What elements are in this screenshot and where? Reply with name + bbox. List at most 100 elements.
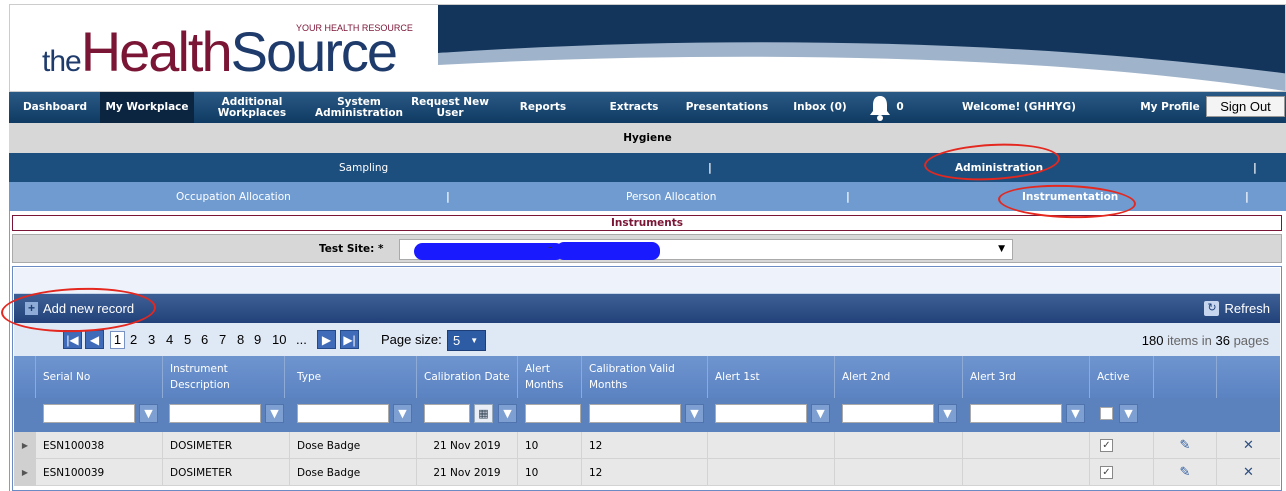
page-link[interactable]: 4 xyxy=(166,332,173,347)
filter-icon[interactable]: ▼ xyxy=(393,404,412,423)
cell-alert-1st xyxy=(708,459,835,486)
filter-calibration-date-input[interactable] xyxy=(424,404,470,423)
filter-icon[interactable]: ▼ xyxy=(1119,404,1138,423)
nav-inbox[interactable]: Inbox (0) xyxy=(785,92,855,123)
tab-person-allocation[interactable]: Person Allocation xyxy=(626,182,716,211)
cell-alert-months: 10 xyxy=(518,459,582,486)
sign-out-button[interactable]: Sign Out xyxy=(1206,96,1285,117)
filter-icon[interactable]: ▼ xyxy=(938,404,957,423)
nav-system-administration[interactable]: System Administration xyxy=(309,92,409,123)
nav-reports[interactable]: Reports xyxy=(509,92,577,123)
filter-alert-1st-input[interactable] xyxy=(715,404,807,423)
bell-icon[interactable] xyxy=(865,92,895,123)
redaction-scribble xyxy=(556,242,660,260)
column-header-type[interactable]: Type xyxy=(290,356,417,398)
filter-icon[interactable]: ▼ xyxy=(811,404,830,423)
column-header-calibration-date[interactable]: Calibration Date xyxy=(417,356,518,398)
page-link[interactable]: 7 xyxy=(219,332,226,347)
cell-active: ✓ xyxy=(1090,432,1154,459)
calendar-icon[interactable]: ▦ xyxy=(474,404,493,423)
nav-extracts[interactable]: Extracts xyxy=(599,92,669,123)
cell-serial-no: ESN100038 xyxy=(36,432,163,459)
filter-active-checkbox[interactable] xyxy=(1100,407,1113,420)
nav-dashboard[interactable]: Dashboard xyxy=(15,92,95,123)
column-header-serial-no[interactable]: Serial No xyxy=(36,356,163,398)
refresh-icon: ↻ xyxy=(1204,301,1220,316)
cell-type: Dose Badge xyxy=(290,459,417,486)
refresh-button[interactable]: ↻ Refresh xyxy=(1204,301,1270,316)
nav-additional-workplaces[interactable]: Additional Workplaces xyxy=(207,92,297,123)
delete-icon[interactable]: ✕ xyxy=(1217,432,1280,459)
filter-instrument-description-input[interactable] xyxy=(169,404,261,423)
tab-separator: | xyxy=(708,161,712,174)
column-header-active[interactable]: Active xyxy=(1090,356,1154,398)
prev-page-icon[interactable]: ◀ xyxy=(85,330,104,349)
expand-row-icon[interactable]: ▶ xyxy=(14,459,36,486)
pages-text: pages xyxy=(1233,333,1269,348)
cell-alert-2nd xyxy=(835,432,963,459)
filter-icon[interactable]: ▼ xyxy=(265,404,284,423)
add-new-record-label: Add new record xyxy=(43,301,135,316)
cell-active: ✓ xyxy=(1090,459,1154,486)
tab-instrumentation[interactable]: Instrumentation xyxy=(1022,182,1118,211)
refresh-label: Refresh xyxy=(1224,301,1270,316)
active-checkbox[interactable]: ✓ xyxy=(1100,439,1113,452)
page-ellipsis[interactable]: ... xyxy=(296,332,307,347)
filter-icon[interactable]: ▼ xyxy=(139,404,158,423)
cell-calibration-valid-months: 12 xyxy=(582,432,708,459)
pages-count: 36 xyxy=(1215,333,1230,348)
nav-request-new-user[interactable]: Request New User xyxy=(407,92,493,123)
nav-my-profile[interactable]: My Profile xyxy=(1137,92,1203,123)
filter-calibration-valid-months-input[interactable] xyxy=(589,404,681,423)
expand-row-icon[interactable]: ▶ xyxy=(14,432,36,459)
page-link-current[interactable]: 1 xyxy=(110,331,125,349)
page-link[interactable]: 8 xyxy=(237,332,244,347)
filter-type-input[interactable] xyxy=(297,404,389,423)
nav-my-workplace[interactable]: My Workplace xyxy=(100,92,194,123)
chevron-down-icon[interactable]: ▼ xyxy=(998,244,1005,254)
filter-alert-3rd-input[interactable] xyxy=(970,404,1062,423)
table-row[interactable]: ▶ ESN100038 DOSIMETER Dose Badge 21 Nov … xyxy=(14,432,1280,459)
filter-icon[interactable]: ▼ xyxy=(498,404,517,423)
page-link[interactable]: 3 xyxy=(148,332,155,347)
first-page-icon[interactable]: |◀ xyxy=(63,330,82,349)
page-link[interactable]: 6 xyxy=(201,332,208,347)
add-new-record-button[interactable]: + Add new record xyxy=(25,301,134,316)
column-header-calibration-valid-months[interactable]: Calibration Valid Months xyxy=(582,356,708,398)
page-link[interactable]: 5 xyxy=(184,332,191,347)
filter-serial-no-input[interactable] xyxy=(43,404,135,423)
page-size-value: 5 xyxy=(453,333,461,348)
table-row[interactable]: ▶ ESN100039 DOSIMETER Dose Badge 21 Nov … xyxy=(14,459,1280,486)
next-page-icon[interactable]: ▶ xyxy=(317,330,336,349)
panel-title: Instruments xyxy=(12,215,1282,231)
health-source-logo[interactable]: theHealthSource YOUR HEALTH RESOURCE xyxy=(42,19,413,84)
column-header-alert-1st[interactable]: Alert 1st xyxy=(708,356,835,398)
cell-instrument-description: DOSIMETER xyxy=(163,432,290,459)
pencil-icon[interactable]: ✎ xyxy=(1154,459,1217,486)
column-header-alert-months[interactable]: Alert Months xyxy=(518,356,582,398)
filter-alert-months-input[interactable] xyxy=(525,404,581,423)
grid-header: Serial No Instrument Description Type Ca… xyxy=(14,356,1280,398)
filter-icon[interactable]: ▼ xyxy=(1066,404,1085,423)
tab-occupation-allocation[interactable]: Occupation Allocation xyxy=(176,182,291,211)
page-link[interactable]: 9 xyxy=(254,332,261,347)
notification-count: 0 xyxy=(896,101,904,113)
delete-icon[interactable]: ✕ xyxy=(1217,459,1280,486)
page-link[interactable]: 2 xyxy=(130,332,137,347)
column-header-alert-2nd[interactable]: Alert 2nd xyxy=(835,356,963,398)
filter-row: ▼ ▼ ▼ ▦ ▼ ▼ ▼ ▼ ▼ ▼ xyxy=(14,398,1280,432)
pencil-icon[interactable]: ✎ xyxy=(1154,432,1217,459)
test-site-select[interactable]: - ▼ xyxy=(399,239,1013,260)
tab-sampling[interactable]: Sampling xyxy=(339,153,388,182)
last-page-icon[interactable]: ▶| xyxy=(340,330,359,349)
active-checkbox[interactable]: ✓ xyxy=(1100,466,1113,479)
page-link[interactable]: 10 xyxy=(272,332,286,347)
column-header-alert-3rd[interactable]: Alert 3rd xyxy=(963,356,1090,398)
nav-presentations[interactable]: Presentations xyxy=(681,92,773,123)
filter-icon[interactable]: ▼ xyxy=(685,404,704,423)
tab-administration[interactable]: Administration xyxy=(955,153,1043,182)
page-size-select[interactable]: 5 ▼ xyxy=(447,330,486,351)
column-header-instrument-description[interactable]: Instrument Description xyxy=(163,356,285,398)
logo-health: Health xyxy=(80,20,233,83)
filter-alert-2nd-input[interactable] xyxy=(842,404,934,423)
